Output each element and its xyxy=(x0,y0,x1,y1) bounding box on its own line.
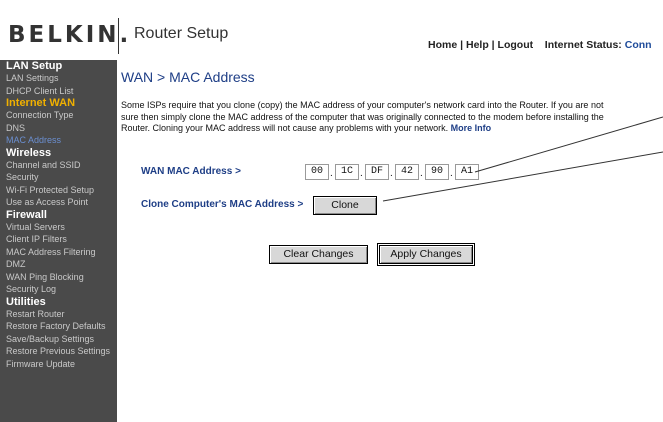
callout-line-mac xyxy=(474,116,663,173)
callout-lines xyxy=(382,116,663,202)
callout-line-clone xyxy=(382,151,663,202)
